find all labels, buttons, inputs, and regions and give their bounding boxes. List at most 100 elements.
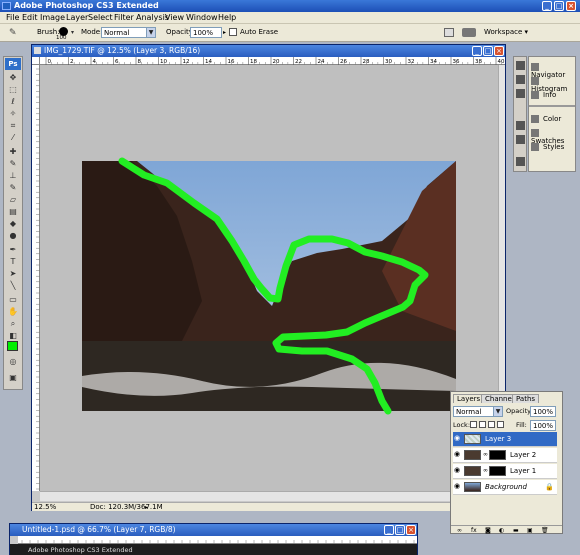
healing-brush-tool-icon[interactable]: ✚ xyxy=(8,147,18,156)
lock-all-icon[interactable] xyxy=(497,421,504,428)
visibility-eye-icon[interactable]: ◉ xyxy=(454,435,461,442)
layer-row-layer-1[interactable]: ◉ ∞ Layer 1 xyxy=(453,464,557,479)
clone-source-icon[interactable] xyxy=(516,89,525,98)
foreground-color-swatch[interactable] xyxy=(7,341,18,351)
horizontal-scrollbar[interactable] xyxy=(40,491,498,501)
doc2-minimize-button[interactable]: _ xyxy=(384,525,394,535)
brushes-icon[interactable] xyxy=(516,75,525,84)
second-document-canvas[interactable]: Adobe Photoshop CS3 Extended xyxy=(10,544,417,555)
menu-view[interactable]: View xyxy=(165,13,184,22)
link-layers-icon[interactable]: ∞ xyxy=(457,527,462,534)
second-document-window[interactable]: Untitled-1.psd @ 66.7% (Layer 7, RGB/8) … xyxy=(9,523,418,555)
path-selection-tool-icon[interactable]: ➤ xyxy=(8,269,18,278)
doc-maximize-button[interactable]: □ xyxy=(483,46,493,56)
fill-input[interactable]: 100% xyxy=(530,420,556,431)
layer-style-icon[interactable]: fx xyxy=(471,527,477,534)
menu-filter[interactable]: Filter xyxy=(114,13,134,22)
menu-window[interactable]: Window xyxy=(186,13,218,22)
horizontal-ruler[interactable]: 0 2 4 6 8 10 12 14 16 18 20 22 24 26 28 30 32 34 36 38 40 xyxy=(40,57,514,65)
notes-tool-icon[interactable]: ▭ xyxy=(8,295,18,304)
marquee-tool-icon[interactable]: ⬚ xyxy=(8,85,18,94)
new-layer-icon[interactable]: ▣ xyxy=(527,527,533,534)
lock-transparency-icon[interactable] xyxy=(470,421,477,428)
eyedropper-tool-icon[interactable]: ⁄ xyxy=(8,133,18,142)
hand-tool-icon[interactable]: ✋ xyxy=(8,307,18,316)
magic-wand-tool-icon[interactable]: ✧ xyxy=(8,109,18,118)
history-brush-tool-icon[interactable]: ✎ xyxy=(8,183,18,192)
move-tool-icon[interactable]: ✥ xyxy=(8,73,18,82)
dodge-tool-icon[interactable]: ● xyxy=(8,231,18,240)
doc2-close-button[interactable]: × xyxy=(406,525,416,535)
menu-help[interactable]: Help xyxy=(218,13,236,22)
lasso-tool-icon[interactable]: ℓ xyxy=(8,97,18,106)
second-document-title-bar[interactable]: Untitled-1.psd @ 66.7% (Layer 7, RGB/8) … xyxy=(10,524,417,536)
zoom-level[interactable]: 12.5% xyxy=(34,503,56,511)
second-horizontal-ruler[interactable] xyxy=(18,536,417,544)
tool-presets-icon[interactable] xyxy=(516,61,525,70)
brush-dropdown-icon[interactable]: ▾ xyxy=(71,29,74,36)
dock-color[interactable]: Color xyxy=(531,115,561,123)
brush-tool-icon[interactable]: ✎ xyxy=(8,159,18,168)
tab-paths[interactable]: Paths xyxy=(512,394,540,403)
status-menu-icon[interactable]: ▸ xyxy=(145,504,148,511)
document-title-bar[interactable]: IMG_1729.TIF @ 12.5% (Layer 3, RGB/16) _… xyxy=(32,45,505,57)
layer-row-layer-2[interactable]: ◉ ∞ Layer 2 xyxy=(453,448,557,463)
type-tool-icon[interactable]: T xyxy=(8,257,18,266)
adjustment-layer-icon[interactable]: ◐ xyxy=(499,527,504,534)
crop-tool-icon[interactable]: ⌗ xyxy=(8,121,18,130)
zoom-tool-icon[interactable]: ⌕ xyxy=(8,319,18,328)
workspace-button[interactable]: Workspace ▾ xyxy=(484,28,528,36)
visibility-eye-icon[interactable]: ◉ xyxy=(454,467,461,474)
menu-edit[interactable]: Edit xyxy=(22,13,38,22)
mode-dropdown-icon[interactable]: ▼ xyxy=(146,28,155,37)
clone-stamp-tool-icon[interactable]: ⊥ xyxy=(8,171,18,180)
close-button[interactable]: × xyxy=(566,1,576,11)
add-mask-icon[interactable]: ◙ xyxy=(485,527,491,534)
default-colors-icon[interactable]: ◧ xyxy=(8,331,18,340)
layer-opacity-input[interactable]: 100% xyxy=(530,406,556,417)
lock-pixels-icon[interactable] xyxy=(479,421,486,428)
menu-file[interactable]: File xyxy=(6,13,19,22)
dock-styles[interactable]: Styles xyxy=(531,143,564,151)
blend-mode-select[interactable]: Normal ▼ xyxy=(453,406,503,417)
canvas-image[interactable] xyxy=(40,65,505,491)
menu-image[interactable]: Image xyxy=(40,13,65,22)
doc2-maximize-button[interactable]: □ xyxy=(395,525,405,535)
auto-erase-checkbox[interactable] xyxy=(229,28,237,36)
paragraph-icon[interactable] xyxy=(516,135,525,144)
vertical-ruler[interactable] xyxy=(32,65,40,491)
actions-icon[interactable] xyxy=(516,157,525,166)
doc-minimize-button[interactable]: _ xyxy=(472,46,482,56)
minimize-button[interactable]: _ xyxy=(542,1,552,11)
gradient-tool-icon[interactable]: ▤ xyxy=(8,207,18,216)
opacity-input[interactable]: 100% xyxy=(190,27,222,38)
canvas-area[interactable] xyxy=(40,65,505,491)
eraser-tool-icon[interactable]: ▱ xyxy=(8,195,18,204)
menu-layer[interactable]: Layer xyxy=(66,13,88,22)
layer-row-background[interactable]: ◉ Background 🔒 xyxy=(453,480,557,495)
blend-mode-dropdown-icon[interactable]: ▼ xyxy=(493,407,502,416)
visibility-eye-icon[interactable]: ◉ xyxy=(454,451,461,458)
opacity-slider-icon[interactable]: ▸ xyxy=(223,29,226,36)
lock-position-icon[interactable] xyxy=(488,421,495,428)
palette-well-icon[interactable] xyxy=(444,28,454,37)
line-tool-icon[interactable]: ╲ xyxy=(8,281,18,290)
quick-mask-icon[interactable]: ◎ xyxy=(8,357,18,366)
bridge-icon[interactable] xyxy=(462,28,476,37)
pen-tool-icon[interactable]: ✒ xyxy=(8,245,18,254)
doc-info[interactable]: Doc: 120.3M/367.1M xyxy=(90,503,163,511)
layer-row-layer-3[interactable]: ◉ Layer 3 xyxy=(453,432,557,447)
delete-layer-icon[interactable]: 🗑 xyxy=(541,527,549,534)
ruler-origin[interactable] xyxy=(32,57,40,65)
eraser-tool-icon[interactable]: ✎ xyxy=(9,28,19,38)
visibility-eye-icon[interactable]: ◉ xyxy=(454,483,461,490)
character-icon[interactable] xyxy=(516,121,525,130)
new-group-icon[interactable]: ▬ xyxy=(513,527,519,534)
blur-tool-icon[interactable]: ◆ xyxy=(8,219,18,228)
maximize-button[interactable]: □ xyxy=(554,1,564,11)
screen-mode-icon[interactable]: ▣ xyxy=(8,373,18,382)
menu-select[interactable]: Select xyxy=(88,13,113,22)
doc-close-button[interactable]: × xyxy=(494,46,504,56)
mode-select[interactable]: Normal ▼ xyxy=(101,27,156,38)
dock-info[interactable]: Info xyxy=(531,91,556,99)
